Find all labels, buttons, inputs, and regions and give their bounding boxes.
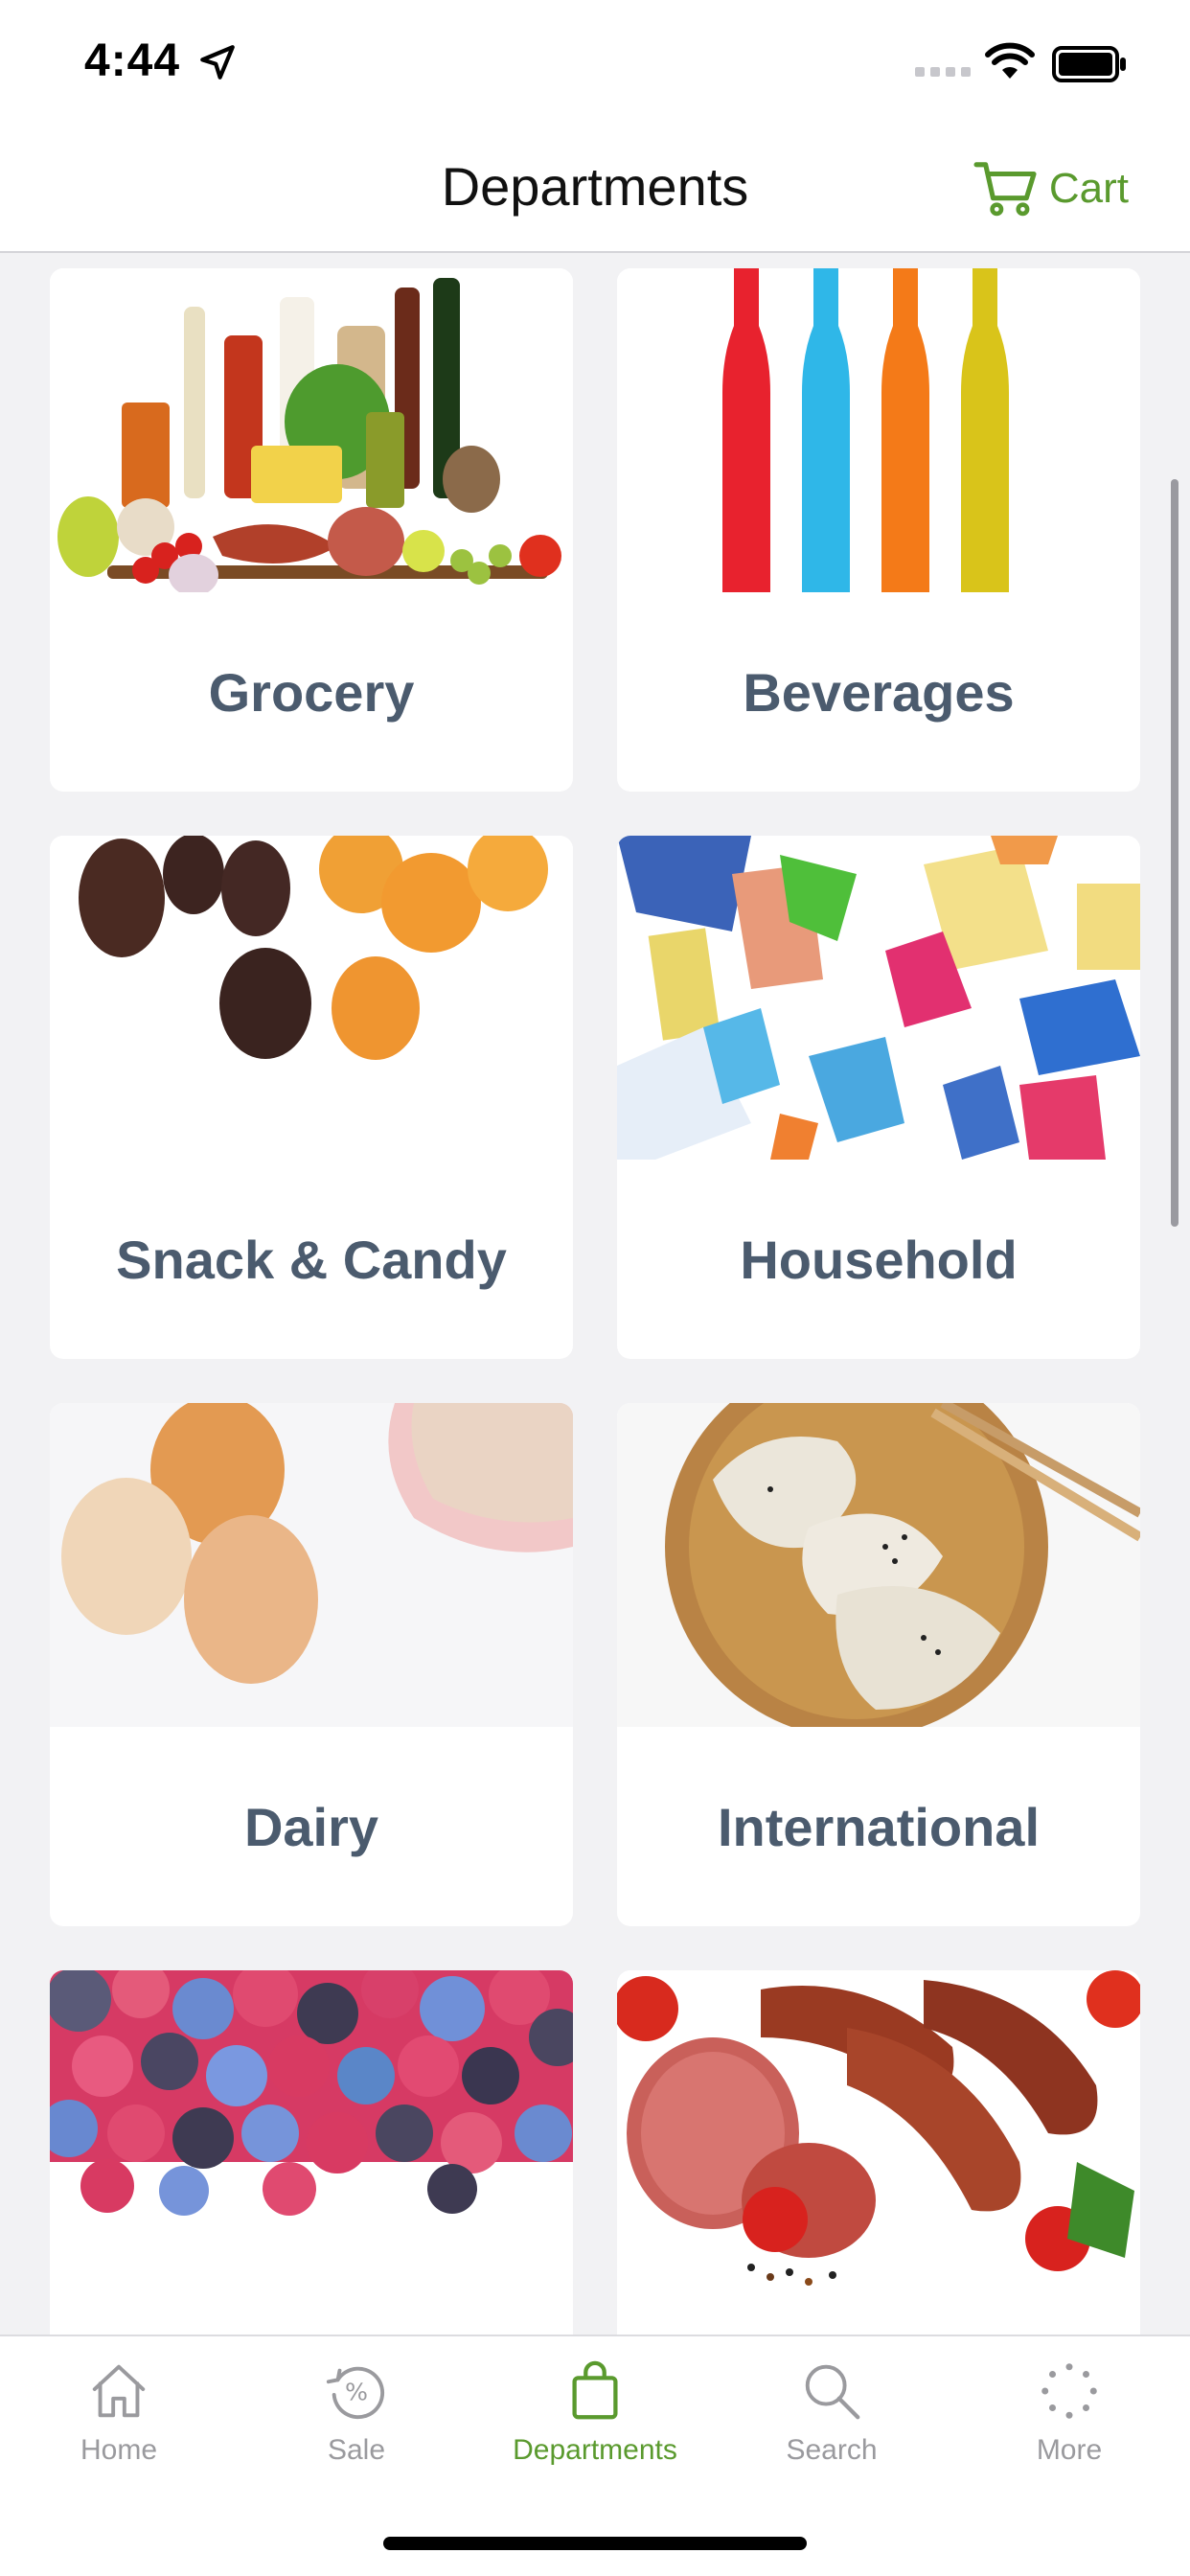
departments-grid: Grocery Beverages Snack & Candy Househol…: [0, 255, 1190, 2334]
department-card-grocery[interactable]: Grocery: [50, 268, 573, 792]
tab-label: Departments: [513, 2434, 677, 2466]
beverages-image: [617, 268, 1140, 592]
svg-text:%: %: [345, 2379, 368, 2406]
bag-icon: [572, 2360, 618, 2420]
department-label: Snack & Candy: [116, 1230, 507, 1290]
household-image: [617, 836, 1140, 1160]
status-bar: 4:44: [0, 0, 1190, 126]
department-card-international[interactable]: International: [617, 1403, 1140, 1926]
department-card-dairy[interactable]: Dairy: [50, 1403, 573, 1926]
cart-label: Cart: [1048, 165, 1129, 212]
tab-search[interactable]: Search: [736, 2358, 927, 2467]
status-time: 4:44: [84, 35, 181, 86]
cellular-signal-icon: [915, 67, 971, 77]
home-indicator: [383, 2537, 807, 2550]
grocery-image: [50, 268, 573, 592]
tab-label: Search: [786, 2434, 878, 2466]
scroll-indicator[interactable]: [1171, 479, 1179, 1227]
wifi-icon: [985, 42, 1035, 79]
snack-candy-image: [50, 836, 573, 1160]
department-label: Grocery: [208, 662, 415, 723]
berries-image: [50, 1970, 573, 2294]
tab-label: More: [1036, 2434, 1103, 2466]
department-card-snack-candy[interactable]: Snack & Candy: [50, 836, 573, 1359]
department-label: Household: [740, 1230, 1018, 1290]
department-label: Beverages: [743, 662, 1015, 723]
location-arrow-icon: [200, 45, 235, 80]
meat-image: [617, 1970, 1140, 2294]
dairy-image: [50, 1403, 573, 1727]
tab-departments[interactable]: Departments: [499, 2358, 691, 2467]
tab-more[interactable]: More: [973, 2358, 1165, 2467]
department-card-berries[interactable]: [50, 1970, 573, 2334]
navigation-bar: Departments Cart: [0, 126, 1190, 253]
international-image: [617, 1403, 1140, 1727]
department-card-household[interactable]: Household: [617, 836, 1140, 1359]
cart-button[interactable]: Cart: [973, 159, 1129, 218]
battery-icon: [1052, 46, 1126, 82]
search-icon: [805, 2364, 860, 2420]
home-icon: [92, 2364, 146, 2418]
tab-sale[interactable]: % Sale: [261, 2358, 452, 2467]
more-icon: [1041, 2363, 1097, 2419]
department-card-meat[interactable]: [617, 1970, 1140, 2334]
tab-home[interactable]: Home: [23, 2358, 215, 2467]
cart-icon: [973, 162, 1037, 217]
department-card-beverages[interactable]: Beverages: [617, 268, 1140, 792]
tab-label: Sale: [327, 2434, 386, 2466]
tab-label: Home: [80, 2434, 158, 2466]
department-label: International: [717, 1797, 1041, 1857]
sale-icon: %: [326, 2366, 385, 2420]
department-label: Dairy: [243, 1797, 379, 1857]
